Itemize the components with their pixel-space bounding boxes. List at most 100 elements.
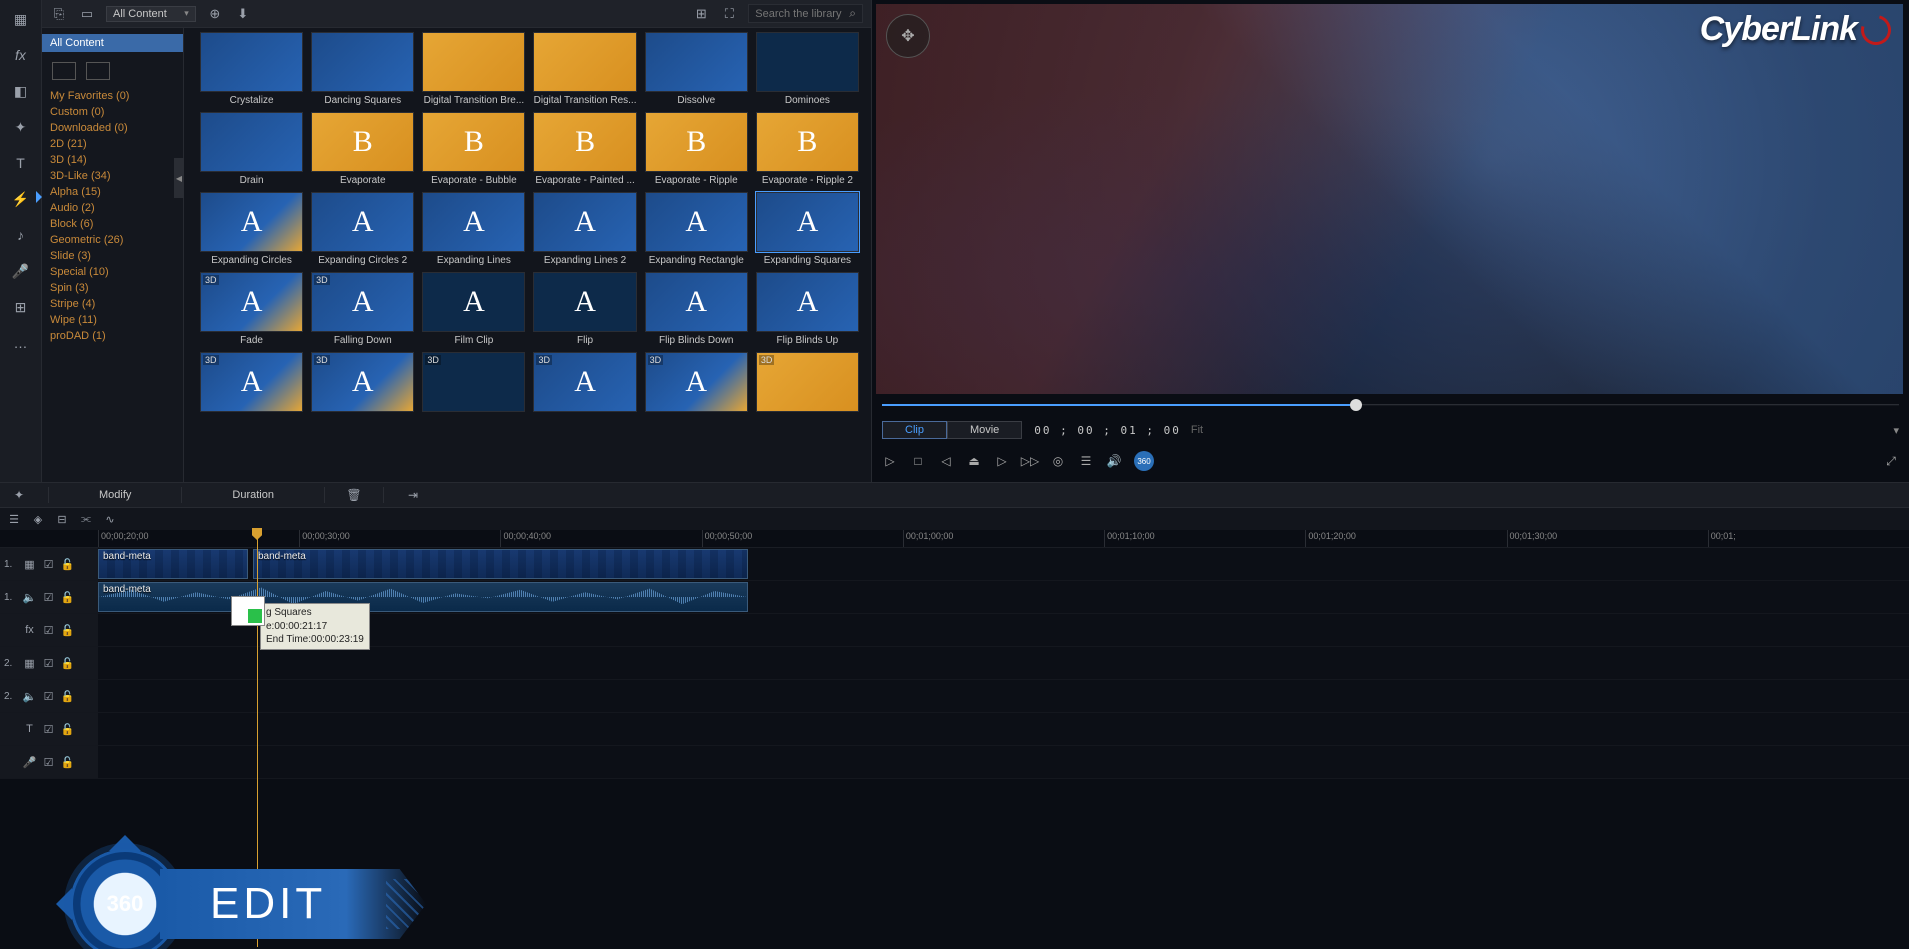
tree-header[interactable]: All Content: [42, 34, 183, 52]
track-lane[interactable]: [98, 680, 1909, 712]
transition-item[interactable]: Drain: [200, 112, 303, 186]
track-visible-icon[interactable]: ☑: [41, 755, 56, 770]
tab-movie[interactable]: Movie: [947, 421, 1022, 439]
track-lock-icon[interactable]: 🔓: [60, 656, 75, 671]
transition-item[interactable]: AFilm Clip: [422, 272, 525, 346]
search-input[interactable]: [755, 8, 845, 20]
track-lane[interactable]: band-metaband-meta: [98, 548, 1909, 580]
track-lane[interactable]: [98, 746, 1909, 778]
voice-room-icon[interactable]: 🎤: [10, 260, 32, 282]
category-item[interactable]: Custom (0): [42, 104, 183, 120]
transition-item[interactable]: A3DFalling Down: [311, 272, 414, 346]
timeline-snap-icon[interactable]: ⊟: [54, 511, 70, 527]
timeline-link-icon[interactable]: ⫘: [78, 511, 94, 527]
shape-b-icon[interactable]: [86, 62, 110, 80]
category-item[interactable]: Downloaded (0): [42, 120, 183, 136]
transition-room-icon[interactable]: ⚡: [10, 188, 32, 210]
search-icon[interactable]: ⌕: [849, 6, 856, 21]
content-filter-dropdown[interactable]: All Content: [106, 6, 196, 22]
audio-room-icon[interactable]: ♪: [10, 224, 32, 246]
fast-forward-button[interactable]: ▷▷: [1022, 453, 1038, 469]
360-mode-badge[interactable]: 360: [1134, 451, 1154, 471]
folder-icon[interactable]: ▭: [78, 5, 96, 23]
transition-item[interactable]: BEvaporate - Ripple 2: [756, 112, 859, 186]
timeline-clip[interactable]: band-meta: [98, 582, 748, 612]
subtitle-room-icon[interactable]: …: [10, 332, 32, 354]
transition-item[interactable]: A3D: [200, 352, 303, 415]
transition-item[interactable]: Dancing Squares: [311, 32, 414, 106]
track-visible-icon[interactable]: ☑: [41, 557, 56, 572]
track-header[interactable]: 1.🔈☑🔓: [0, 581, 98, 613]
transition-item[interactable]: AExpanding Lines 2: [533, 192, 636, 266]
modify-button[interactable]: Modify: [69, 489, 161, 501]
track-lock-icon[interactable]: 🔓: [60, 755, 75, 770]
prev-frame-button[interactable]: ◁: [938, 453, 954, 469]
track-header[interactable]: 2.🔈☑🔓: [0, 680, 98, 712]
category-item[interactable]: 3D (14): [42, 152, 183, 168]
transition-item[interactable]: A3D: [533, 352, 636, 415]
category-item[interactable]: Slide (3): [42, 248, 183, 264]
apply-all-icon[interactable]: ⇥: [404, 486, 422, 504]
timeline-marker-icon[interactable]: ◈: [30, 511, 46, 527]
next-frame-button[interactable]: ▷: [994, 453, 1010, 469]
category-item[interactable]: Wipe (11): [42, 312, 183, 328]
transition-item[interactable]: AExpanding Lines: [422, 192, 525, 266]
category-item[interactable]: Special (10): [42, 264, 183, 280]
category-item[interactable]: Spin (3): [42, 280, 183, 296]
transition-item[interactable]: Digital Transition Res...: [533, 32, 636, 106]
grid-view-icon[interactable]: ⊞: [692, 5, 710, 23]
timeline-wave-icon[interactable]: ∿: [102, 511, 118, 527]
preview-viewport[interactable]: ✥: [876, 4, 1903, 394]
particle-room-icon[interactable]: ✦: [10, 116, 32, 138]
transition-item[interactable]: A3D: [311, 352, 414, 415]
category-item[interactable]: Stripe (4): [42, 296, 183, 312]
zoom-dropdown-icon[interactable]: ▾: [1893, 424, 1899, 437]
play-button[interactable]: ▷: [882, 453, 898, 469]
volume-button[interactable]: 🔊: [1106, 453, 1122, 469]
transition-item[interactable]: AFlip Blinds Down: [645, 272, 748, 346]
track-visible-icon[interactable]: ☑: [41, 590, 56, 605]
track-lock-icon[interactable]: 🔓: [60, 557, 75, 572]
transition-item[interactable]: AFlip: [533, 272, 636, 346]
chapter-room-icon[interactable]: ⊞: [10, 296, 32, 318]
transition-item[interactable]: AExpanding Rectangle: [645, 192, 748, 266]
transition-item[interactable]: Dominoes: [756, 32, 859, 106]
timeline-clip[interactable]: band-meta: [253, 549, 748, 579]
download-icon[interactable]: ⬇: [234, 5, 252, 23]
transition-item[interactable]: AExpanding Circles: [200, 192, 303, 266]
track-visible-icon[interactable]: ☑: [41, 689, 56, 704]
snapshot-button[interactable]: ◎: [1050, 453, 1066, 469]
transition-item[interactable]: A3DFade: [200, 272, 303, 346]
track-lock-icon[interactable]: 🔓: [60, 623, 75, 638]
category-item[interactable]: Audio (2): [42, 200, 183, 216]
track-lock-icon[interactable]: 🔓: [60, 590, 75, 605]
fx-room-icon[interactable]: fx: [10, 44, 32, 66]
transition-item[interactable]: Digital Transition Bre...: [422, 32, 525, 106]
delete-icon[interactable]: 🗑: [345, 486, 363, 504]
zoom-fit-label[interactable]: Fit: [1191, 424, 1203, 436]
transition-item[interactable]: AFlip Blinds Up: [756, 272, 859, 346]
category-item[interactable]: My Favorites (0): [42, 88, 183, 104]
track-lock-icon[interactable]: 🔓: [60, 722, 75, 737]
track-header[interactable]: 1.▦☑🔓: [0, 548, 98, 580]
timeline-ruler[interactable]: 00;00;20;0000;00;30;0000;00;40;0000;00;5…: [0, 530, 1909, 548]
collapse-tree-button[interactable]: ◀: [174, 158, 184, 198]
category-item[interactable]: Block (6): [42, 216, 183, 232]
timeline-clip[interactable]: band-meta: [98, 549, 248, 579]
step-button[interactable]: ⏏: [966, 453, 982, 469]
category-item[interactable]: 3D-Like (34): [42, 168, 183, 184]
import-icon[interactable]: ⎘: [50, 5, 68, 23]
category-item[interactable]: Geometric (26): [42, 232, 183, 248]
track-visible-icon[interactable]: ☑: [41, 656, 56, 671]
transition-item[interactable]: Crystalize: [200, 32, 303, 106]
tab-clip[interactable]: Clip: [882, 421, 947, 439]
settings-button[interactable]: ☰: [1078, 453, 1094, 469]
360-nav-ball[interactable]: ✥: [886, 14, 930, 58]
title-room-icon[interactable]: T: [10, 152, 32, 174]
preview-scrubber[interactable]: [882, 396, 1899, 416]
stop-button[interactable]: □: [910, 453, 926, 469]
category-item[interactable]: Alpha (15): [42, 184, 183, 200]
track-visible-icon[interactable]: ☑: [41, 623, 56, 638]
expand-icon[interactable]: ⛶: [720, 5, 738, 23]
transition-item[interactable]: AExpanding Squares: [756, 192, 859, 266]
